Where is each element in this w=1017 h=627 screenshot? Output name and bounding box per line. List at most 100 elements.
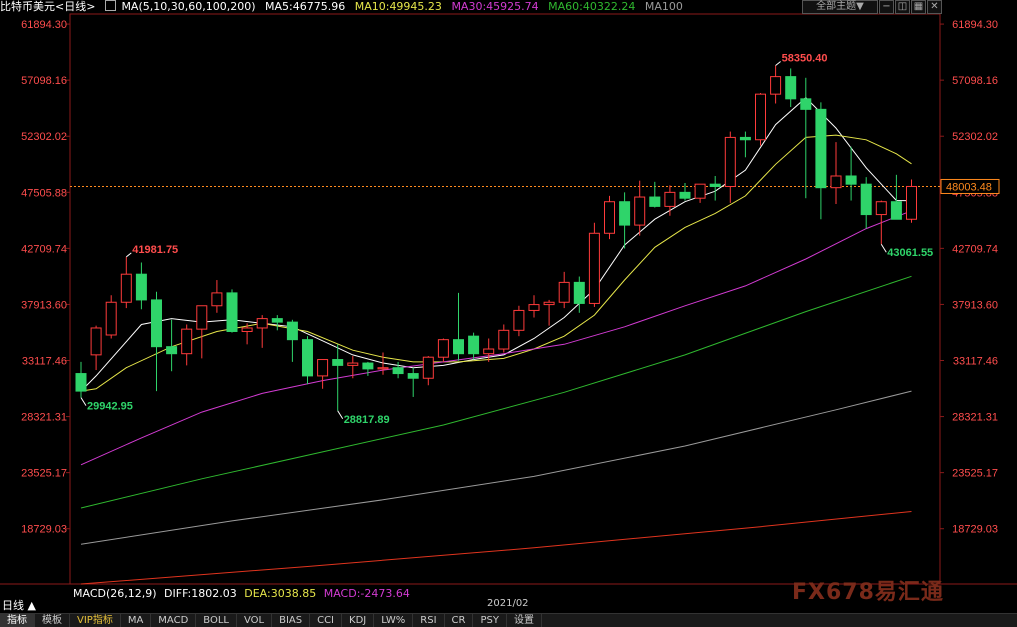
current-price-label: 48003.48 bbox=[946, 181, 992, 193]
candle-body-up bbox=[528, 304, 540, 311]
candle-body-up bbox=[543, 301, 555, 306]
watermark-logo: FX678易汇通 bbox=[792, 580, 944, 605]
ma10-line bbox=[80, 134, 912, 392]
tab-macd[interactable]: MACD bbox=[151, 614, 197, 627]
tab-cci[interactable]: CCI bbox=[310, 614, 343, 627]
period-selector[interactable]: 日线 ▲ bbox=[2, 597, 36, 613]
candle-body-up bbox=[770, 76, 782, 95]
y-tick-label-right: 52302.02 bbox=[952, 131, 998, 143]
tab-indicators[interactable]: 指标 bbox=[0, 614, 35, 627]
ma5-value: MA5:46775.96 bbox=[265, 0, 346, 13]
candlestick-chart: 61894.30 61894.30 57098.16 57098.16 52302.02… bbox=[0, 13, 1017, 585]
minus-icon[interactable]: − bbox=[879, 0, 894, 14]
candle-body-down bbox=[362, 362, 374, 370]
ma10-value: MA10:49945.23 bbox=[354, 0, 442, 13]
theme-select-button[interactable]: 全部主题▼ bbox=[802, 0, 878, 14]
candle-body-down bbox=[573, 281, 585, 304]
candle-body-up bbox=[558, 281, 570, 303]
y-tick-label-left: 18729.03 bbox=[21, 524, 67, 536]
ma-icon[interactable] bbox=[104, 0, 116, 11]
candle-body-down bbox=[800, 98, 812, 110]
indicator-tabbar: 指标 模板 VIP指标 MA MACD BOLL VOL BIAS CCI KDJ LW% RSI CR… bbox=[0, 613, 1017, 627]
macd-value: MACD:-2473.64 bbox=[323, 587, 410, 600]
candle-body-down bbox=[709, 183, 721, 188]
candle-body-down bbox=[226, 292, 238, 332]
tab-rsi[interactable]: RSI bbox=[413, 614, 445, 627]
candle-body-up bbox=[875, 201, 887, 216]
y-tick-label-left: 52302.02 bbox=[21, 131, 67, 143]
candle-body-up bbox=[317, 359, 329, 377]
candle-body-down bbox=[302, 339, 313, 377]
candle-body-down bbox=[739, 136, 751, 141]
y-tick-label-left: 37913.60 bbox=[21, 299, 67, 311]
chart-header: 比特币美元<日线> MA(5,10,30,60,100,200) MA5:467… bbox=[0, 0, 689, 14]
candle-body-up bbox=[830, 175, 842, 189]
candle-body-up bbox=[498, 329, 510, 350]
annotation-label: 43061.55 bbox=[887, 247, 933, 259]
candle-body-down bbox=[679, 191, 691, 199]
candle-body-down bbox=[453, 339, 464, 355]
y-tick-label-right: 42709.74 bbox=[952, 243, 998, 255]
tab-vol[interactable]: VOL bbox=[237, 614, 273, 627]
ma5-line bbox=[80, 97, 912, 392]
y-tick-label-left: 23525.17 bbox=[21, 468, 67, 480]
y-tick-label-right: 28321.31 bbox=[952, 412, 998, 424]
annotation-label: 28817.89 bbox=[344, 414, 390, 426]
ma-params: MA(5,10,30,60,100,200) bbox=[121, 0, 256, 13]
split-view-icon[interactable]: ◫ bbox=[895, 0, 910, 14]
candle-body-down bbox=[151, 299, 162, 348]
ma60-value: MA60:40322.24 bbox=[548, 0, 636, 13]
tab-bias[interactable]: BIAS bbox=[272, 614, 311, 627]
candle-body-up bbox=[604, 201, 615, 234]
tab-vip-indicators[interactable]: VIP指标 bbox=[70, 614, 121, 627]
candle-body-up bbox=[256, 318, 268, 329]
candle-body-down bbox=[468, 335, 480, 355]
candle-body-down bbox=[785, 76, 797, 100]
candle-body-down bbox=[286, 321, 298, 341]
candle-body-up bbox=[105, 301, 117, 336]
candle-body-up bbox=[634, 196, 646, 226]
tab-template[interactable]: 模板 bbox=[35, 614, 70, 627]
candle-body-down bbox=[407, 373, 419, 379]
candle-body-up bbox=[437, 339, 449, 358]
tab-lw[interactable]: LW% bbox=[374, 614, 414, 627]
candle-body-down bbox=[845, 175, 857, 185]
y-tick-label-right: 23525.17 bbox=[952, 468, 998, 480]
close-icon[interactable]: ✕ bbox=[927, 0, 942, 14]
candle-body-up bbox=[241, 327, 253, 332]
ma200-line bbox=[80, 511, 912, 585]
y-tick-label-right: 57098.16 bbox=[952, 75, 998, 87]
y-tick-label-right: 18729.03 bbox=[952, 524, 998, 536]
candle-body-up bbox=[181, 328, 193, 355]
symbol-title[interactable]: 比特币美元<日线> bbox=[0, 0, 95, 13]
candle-body-down bbox=[392, 367, 404, 375]
y-tick-label-left: 33117.46 bbox=[22, 356, 67, 368]
ma30-line bbox=[80, 210, 912, 466]
y-tick-label-right: 61894.30 bbox=[952, 19, 998, 31]
y-tick-label-right: 33117.46 bbox=[953, 356, 998, 368]
candle-body-up bbox=[483, 348, 495, 355]
candle-body-down bbox=[166, 346, 178, 355]
annotation-leader bbox=[80, 397, 87, 406]
grid-view-icon[interactable]: ▦ bbox=[911, 0, 926, 14]
candle-body-down bbox=[332, 359, 344, 366]
macd-params: MACD(26,12,9) bbox=[73, 587, 157, 600]
tab-ma[interactable]: MA bbox=[121, 614, 152, 627]
macd-dea: DEA:3038.85 bbox=[244, 587, 317, 600]
candle-body-up bbox=[90, 327, 102, 356]
tab-boll[interactable]: BOLL bbox=[196, 614, 237, 627]
ma100-value: MA100 bbox=[644, 0, 683, 13]
candle-body-down bbox=[860, 183, 872, 216]
macd-diff: DIFF:1802.03 bbox=[164, 587, 237, 600]
annotation-leader bbox=[880, 243, 887, 253]
annotation-label: 29942.95 bbox=[87, 401, 133, 413]
tab-cr[interactable]: CR bbox=[445, 614, 474, 627]
candle-body-up bbox=[755, 93, 766, 141]
annotation-leader bbox=[125, 252, 132, 258]
tab-psy[interactable]: PSY bbox=[473, 614, 507, 627]
candle-body-down bbox=[135, 273, 147, 301]
y-tick-label-right: 37913.60 bbox=[952, 299, 998, 311]
tab-kdj[interactable]: KDJ bbox=[342, 614, 375, 627]
candle-body-up bbox=[906, 185, 917, 220]
tab-settings[interactable]: 设置 bbox=[507, 614, 542, 627]
